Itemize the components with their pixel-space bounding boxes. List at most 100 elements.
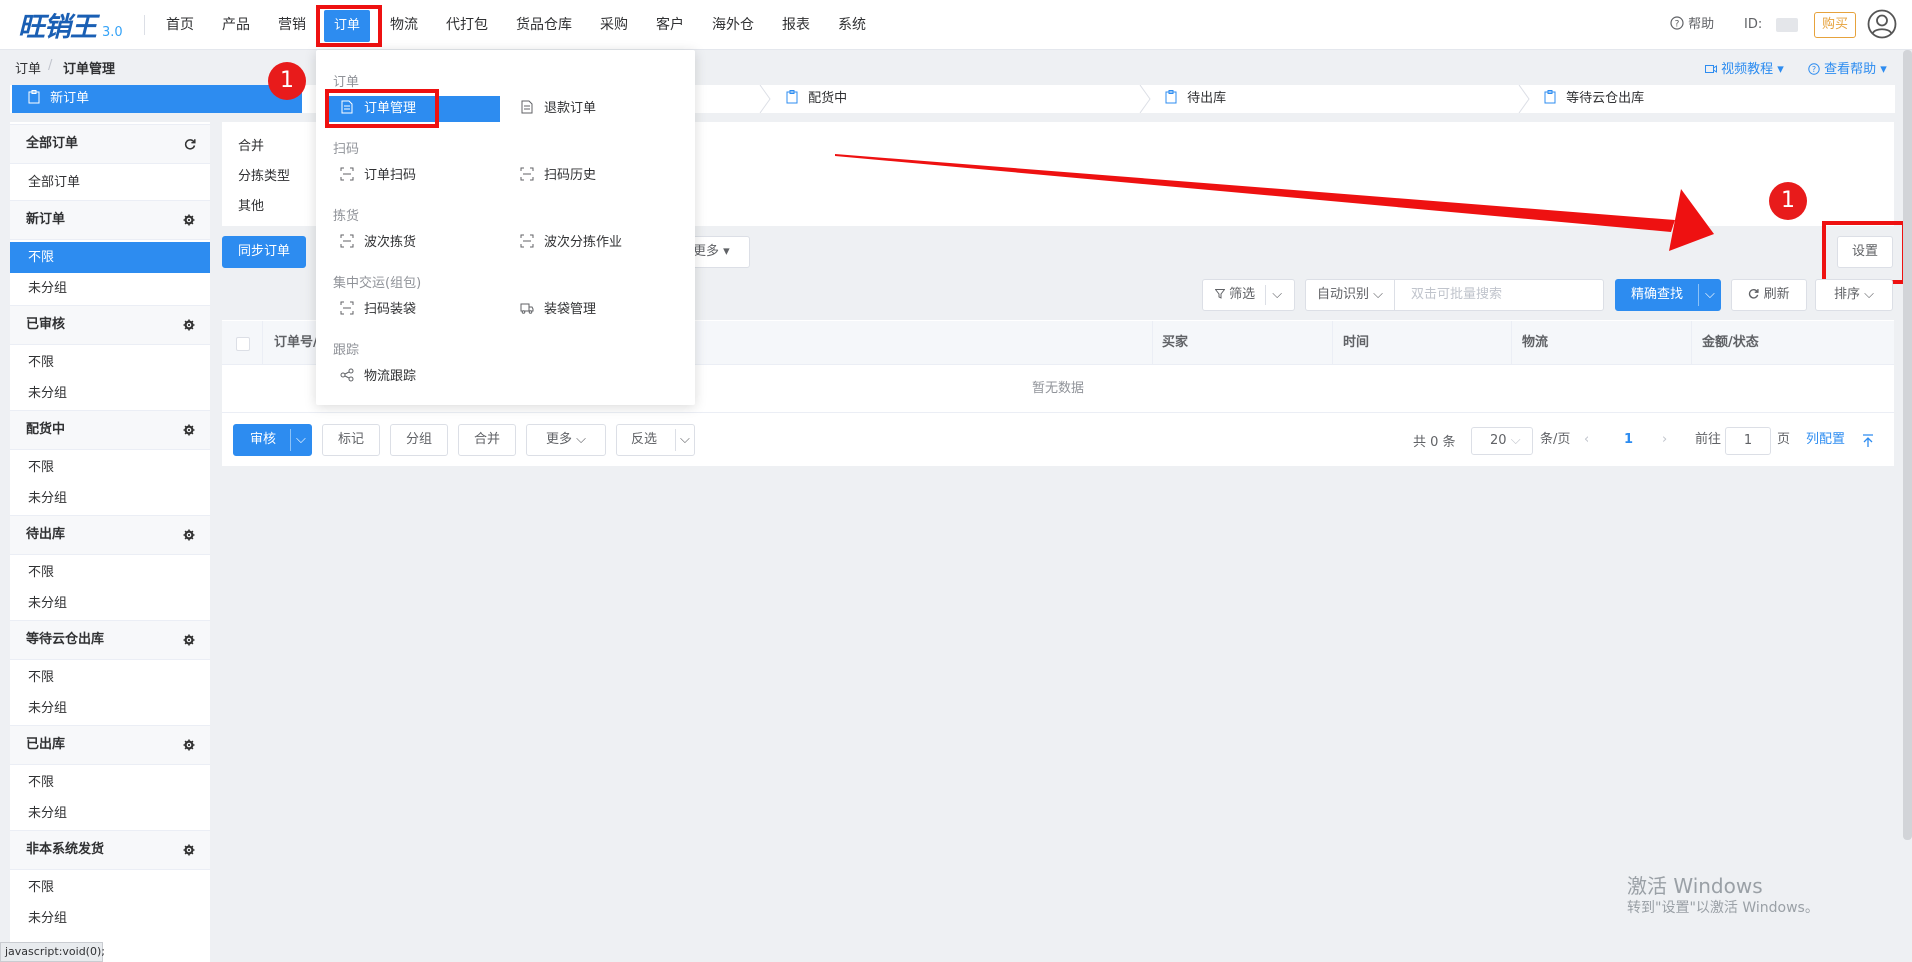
- help-label: 帮助: [1688, 17, 1715, 32]
- page-size-select[interactable]: 20 ⌵: [1471, 427, 1533, 455]
- step-allocating[interactable]: 配货中: [786, 85, 847, 113]
- sidebar-item[interactable]: 不限: [10, 767, 210, 798]
- back-to-top-icon[interactable]: [1862, 434, 1874, 448]
- menu-item-label: 退款订单: [544, 101, 597, 116]
- sidebar-item[interactable]: 未分组: [10, 483, 210, 514]
- menu-item-bag-management[interactable]: 装袋管理: [520, 297, 596, 323]
- gear-icon[interactable]: [183, 319, 195, 331]
- auto-detect-select[interactable]: 自动识别 ⌵: [1305, 279, 1395, 311]
- select-all-checkbox[interactable]: [236, 337, 250, 351]
- sidebar-item[interactable]: 不限: [10, 242, 210, 273]
- prev-page-icon[interactable]: ‹: [1584, 424, 1589, 456]
- buy-button[interactable]: 购买: [1814, 12, 1857, 38]
- nav-overseas[interactable]: 海外仓: [712, 0, 754, 50]
- sidebar-item[interactable]: 不限: [10, 662, 210, 693]
- view-help-label: 查看帮助: [1824, 62, 1877, 77]
- nav-logistics[interactable]: 物流: [390, 0, 418, 50]
- chevron-down-icon[interactable]: ⌵: [296, 425, 306, 455]
- column-time[interactable]: 时间: [1343, 321, 1369, 365]
- nav-customers[interactable]: 客户: [656, 0, 684, 50]
- help-link[interactable]: ? 帮助: [1670, 0, 1714, 50]
- sidebar-item[interactable]: 未分组: [10, 903, 210, 934]
- column-order-no[interactable]: 订单号/: [274, 321, 318, 365]
- sidebar-item[interactable]: 未分组: [10, 588, 210, 619]
- gear-icon[interactable]: [183, 739, 195, 751]
- sort-dropdown[interactable]: 排序 ⌵: [1815, 279, 1893, 311]
- sidebar-item[interactable]: 不限: [10, 452, 210, 483]
- batch-search-input[interactable]: 双击可批量搜索: [1394, 279, 1604, 311]
- next-page-icon[interactable]: ›: [1662, 424, 1667, 456]
- menu-item-label: 扫码历史: [544, 168, 597, 183]
- sidebar-item[interactable]: 未分组: [10, 273, 210, 304]
- sidebar-item[interactable]: 未分组: [10, 798, 210, 829]
- nav-products[interactable]: 产品: [222, 0, 250, 50]
- refresh-icon[interactable]: [184, 138, 196, 150]
- chevron-down-icon[interactable]: ⌵: [680, 425, 690, 455]
- column-amount-status[interactable]: 金额/状态: [1702, 321, 1759, 365]
- nav-packing[interactable]: 代打包: [446, 0, 488, 50]
- menu-item-scan-history[interactable]: 扫码历史: [520, 163, 596, 189]
- sidebar-item[interactable]: 未分组: [10, 378, 210, 409]
- video-tutorial-link[interactable]: 视频教程 ▾: [1705, 58, 1784, 77]
- page-number-current[interactable]: 1: [1624, 424, 1633, 456]
- column-config-link[interactable]: 列配置: [1806, 424, 1845, 456]
- gear-icon[interactable]: [183, 634, 195, 646]
- exact-search-button[interactable]: 精确查找 ⌵: [1615, 279, 1721, 311]
- gear-icon[interactable]: [183, 424, 195, 436]
- user-avatar-icon[interactable]: [1867, 9, 1897, 39]
- clipboard-icon: [28, 90, 40, 104]
- gear-icon[interactable]: [183, 214, 195, 226]
- menu-item-wave-picking[interactable]: 波次拣货: [340, 230, 416, 256]
- column-logistics[interactable]: 物流: [1522, 321, 1548, 365]
- menu-item-order-scan[interactable]: 订单扫码: [340, 163, 416, 189]
- goto-page-input[interactable]: 1: [1725, 427, 1771, 455]
- column-buyer[interactable]: 买家: [1162, 321, 1188, 365]
- menu-item-scan-bagging[interactable]: 扫码装袋: [340, 297, 416, 323]
- user-id-redacted: [1776, 18, 1798, 32]
- chevron-down-icon[interactable]: ⌵: [1705, 280, 1715, 310]
- pagination-total: 共 0 条: [1413, 435, 1456, 450]
- bulk-more-button[interactable]: 更多 ⌵: [526, 424, 606, 456]
- nav-marketing[interactable]: 营销: [278, 0, 306, 50]
- review-label: 审核: [250, 432, 277, 447]
- sidebar-group-header: 非本系统发货: [26, 842, 105, 857]
- group-button[interactable]: 分组: [390, 424, 448, 456]
- sidebar-item[interactable]: 不限: [10, 872, 210, 903]
- sidebar-item[interactable]: 未分组: [10, 693, 210, 724]
- review-button[interactable]: 审核 ⌵: [233, 424, 312, 456]
- invert-selection-button[interactable]: 反选 ⌵: [616, 424, 695, 456]
- nav-reports[interactable]: 报表: [782, 0, 810, 50]
- merge-button[interactable]: 合并: [458, 424, 516, 456]
- menu-item-logistics-tracking[interactable]: 物流跟踪: [340, 364, 416, 390]
- nav-purchase[interactable]: 采购: [600, 0, 628, 50]
- mark-button[interactable]: 标记: [322, 424, 380, 456]
- dropdown-section-scan: 扫码: [333, 142, 360, 157]
- sidebar-group-header: 待出库: [26, 527, 66, 542]
- nav-system[interactable]: 系统: [838, 0, 866, 50]
- sidebar-item[interactable]: 不限: [10, 347, 210, 378]
- menu-item-wave-sorting[interactable]: 波次分拣作业: [520, 230, 622, 256]
- scan-icon: [520, 234, 534, 248]
- gear-icon[interactable]: [183, 844, 195, 856]
- refresh-button[interactable]: 刷新: [1731, 279, 1807, 311]
- logo-version: 3.0: [102, 25, 123, 40]
- breadcrumb-root[interactable]: 订单: [15, 58, 41, 77]
- vertical-scrollbar[interactable]: [1903, 50, 1912, 840]
- nav-home[interactable]: 首页: [166, 0, 194, 50]
- step-cloud-warehouse[interactable]: 等待云仓出库: [1544, 85, 1644, 113]
- nav-warehouse[interactable]: 货品仓库: [516, 0, 572, 50]
- sidebar-item-all-orders[interactable]: 全部订单: [10, 167, 210, 198]
- step-awaiting-shipment[interactable]: 待出库: [1165, 85, 1226, 113]
- sync-orders-button[interactable]: 同步订单: [222, 236, 306, 268]
- app-logo[interactable]: 旺销王 3.0: [18, 6, 123, 44]
- step-new-orders[interactable]: 新订单: [12, 85, 302, 113]
- sidebar-item[interactable]: 不限: [10, 557, 210, 588]
- filter-dropdown[interactable]: 筛选 ⌵: [1202, 279, 1295, 311]
- filter-label-other: 其他: [238, 199, 265, 214]
- view-help-link[interactable]: ? 查看帮助 ▾: [1808, 58, 1887, 77]
- menu-item-refund-orders[interactable]: 退款订单: [520, 96, 596, 122]
- breadcrumb-separator: /: [48, 58, 53, 73]
- bulk-more-label: 更多: [545, 432, 572, 447]
- gear-icon[interactable]: [183, 529, 195, 541]
- step-chevron-icon: [759, 85, 771, 113]
